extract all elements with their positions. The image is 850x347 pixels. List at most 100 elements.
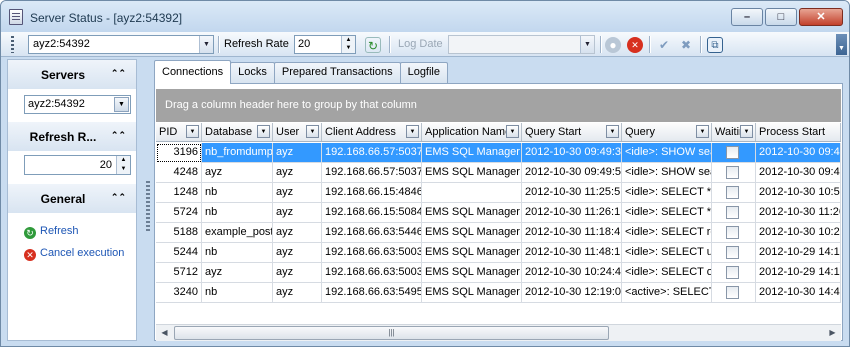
filter-dropdown-icon[interactable]: ▼ (606, 125, 619, 138)
query-header[interactable]: Query ▼ (622, 123, 712, 141)
waiting-header[interactable]: Waiting ▼ (712, 123, 756, 141)
qstart-cell[interactable]: 2012-10-30 09:49:5 (522, 163, 622, 183)
qstart-cell[interactable]: 2012-10-30 11:18:4 (522, 223, 622, 243)
refresh-icon[interactable]: ↻ (365, 37, 381, 53)
filter-dropdown-icon[interactable]: ▼ (306, 125, 319, 138)
filter-dropdown-icon[interactable]: ▼ (696, 125, 709, 138)
pstart-cell[interactable]: 2012-10-29 14:19 (756, 243, 841, 263)
waiting-checkbox[interactable] (726, 186, 739, 199)
user-cell[interactable]: ayz (273, 243, 322, 263)
pid-cell[interactable]: 5712 (156, 263, 202, 283)
addr-cell[interactable]: 192.168.66.57:5037 (322, 143, 422, 163)
filter-dropdown-icon[interactable]: ▼ (740, 125, 753, 138)
collapse-icon[interactable]: ⌃⌃ (111, 68, 126, 79)
pstart-cell[interactable]: 2012-10-30 10:25 (756, 223, 841, 243)
process-start-header[interactable]: Process Start (756, 123, 841, 141)
app-cell[interactable]: EMS SQL Manager (422, 163, 522, 183)
spin-down-icon[interactable]: ▼ (116, 165, 130, 174)
pid-cell[interactable]: 1248 (156, 183, 202, 203)
waiting-checkbox[interactable] (726, 286, 739, 299)
filter-dropdown-icon[interactable]: ▼ (257, 125, 270, 138)
user-cell[interactable]: ayz (273, 283, 322, 303)
maximize-button[interactable]: □ (765, 8, 797, 26)
filter-dropdown-icon[interactable]: ▼ (506, 125, 519, 138)
table-row[interactable]: 5188 example_post ayz 192.168.66.63:5446 EMS… (156, 223, 841, 243)
toolbar-grip[interactable] (11, 36, 14, 53)
cancel-execution-link[interactable]: ✕ Cancel execution (24, 247, 124, 261)
minimize-button[interactable]: – (731, 8, 763, 26)
db-cell[interactable]: example_post (202, 223, 273, 243)
qstart-cell[interactable]: 2012-10-30 11:25:5 (522, 183, 622, 203)
db-cell[interactable]: ayz (202, 263, 273, 283)
db-cell[interactable]: nb (202, 203, 273, 223)
addr-cell[interactable]: 192.168.66.63:5003 (322, 263, 422, 283)
addr-cell[interactable]: 192.168.66.15:4846 (322, 183, 422, 203)
pid-cell[interactable]: 5724 (156, 203, 202, 223)
commit-icon[interactable]: ✔ (656, 37, 672, 53)
spin-up-icon[interactable]: ▲ (116, 156, 130, 165)
scroll-left-icon[interactable]: ◀ (156, 325, 173, 341)
user-header[interactable]: User ▼ (273, 123, 322, 141)
chevron-down-icon[interactable]: ▼ (199, 36, 213, 53)
panel-splitter[interactable] (146, 181, 150, 231)
db-cell[interactable]: nb (202, 183, 273, 203)
qstart-cell[interactable]: 2012-10-30 09:49:3 (522, 143, 622, 163)
tab-connections[interactable]: Connections (154, 60, 232, 84)
pstart-cell[interactable]: 2012-10-30 14:48 (756, 283, 841, 303)
rollback-icon[interactable]: ✖ (678, 37, 694, 53)
user-cell[interactable]: ayz (273, 163, 322, 183)
client-address-header[interactable]: Client Address ▼ (322, 123, 422, 141)
qstart-cell[interactable]: 2012-10-30 11:48:1 (522, 243, 622, 263)
addr-cell[interactable]: 192.168.66.15:5084 (322, 203, 422, 223)
waiting-checkbox[interactable] (726, 206, 739, 219)
table-row[interactable]: 5244 nb ayz 192.168.66.63:5003 EMS SQL Manag… (156, 243, 841, 263)
table-row[interactable]: 5712 ayz ayz 192.168.66.63:5003 EMS SQL Mana… (156, 263, 841, 283)
app-cell[interactable] (422, 183, 522, 203)
scroll-thumb[interactable]: ||| (174, 326, 609, 340)
stop-icon[interactable]: ✕ (627, 37, 643, 53)
pid-cell[interactable]: 3196 (156, 143, 202, 163)
addr-cell[interactable]: 192.168.66.57:5037 (322, 163, 422, 183)
tab-logfile[interactable]: Logfile (399, 62, 448, 83)
pid-cell[interactable]: 3240 (156, 283, 202, 303)
filter-dropdown-icon[interactable]: ▼ (406, 125, 419, 138)
close-button[interactable]: ✕ (799, 8, 843, 26)
table-row[interactable]: 1248 nb ayz 192.168.66.15:4846 2012-10-30 11… (156, 183, 841, 203)
execute-icon[interactable]: ● (605, 37, 621, 53)
pid-cell[interactable]: 5188 (156, 223, 202, 243)
query-cell[interactable]: <idle>: SELECT o (622, 263, 712, 283)
app-cell[interactable]: EMS SQL Manager (422, 143, 522, 163)
application-name-header[interactable]: Application Name ▼ (422, 123, 522, 141)
group-by-area[interactable]: Drag a column header here to group by th… (156, 89, 841, 122)
qstart-cell[interactable]: 2012-10-30 11:26:1 (522, 203, 622, 223)
table-row[interactable]: 5724 nb ayz 192.168.66.15:5084 EMS SQL Manag… (156, 203, 841, 223)
qstart-cell[interactable]: 2012-10-30 12:19:0 (522, 283, 622, 303)
app-cell[interactable]: EMS SQL Manager (422, 263, 522, 283)
db-cell[interactable]: ayz (202, 163, 273, 183)
waiting-checkbox[interactable] (726, 226, 739, 239)
restore-window-icon[interactable]: ⧉ (707, 37, 723, 53)
db-cell[interactable]: nb (202, 283, 273, 303)
refresh-section-header[interactable]: Refresh R... ⌃⌃ (8, 122, 136, 151)
app-cell[interactable]: EMS SQL Manager (422, 283, 522, 303)
user-cell[interactable]: ayz (273, 183, 322, 203)
query-cell[interactable]: <idle>: SELECT u (622, 243, 712, 263)
filter-dropdown-icon[interactable]: ▼ (186, 125, 199, 138)
user-cell[interactable]: ayz (273, 263, 322, 283)
chevron-down-icon[interactable]: ▼ (580, 36, 594, 53)
collapse-icon[interactable]: ⌃⌃ (111, 130, 126, 141)
general-section-header[interactable]: General ⌃⌃ (8, 184, 136, 213)
left-server-select[interactable]: ayz2:54392 ▼ (24, 95, 131, 114)
app-cell[interactable]: EMS SQL Manager (422, 203, 522, 223)
user-cell[interactable]: ayz (273, 223, 322, 243)
addr-cell[interactable]: 192.168.66.63:5495 (322, 283, 422, 303)
scroll-right-icon[interactable]: ▶ (824, 325, 841, 341)
pid-cell[interactable]: 4248 (156, 163, 202, 183)
table-row[interactable]: 4248 ayz ayz 192.168.66.57:5037 EMS SQL Mana… (156, 163, 841, 183)
pid-cell[interactable]: 5244 (156, 243, 202, 263)
query-cell[interactable]: <idle>: SHOW search_path (622, 143, 712, 163)
query-cell[interactable]: <idle>: SELECT relname (622, 223, 712, 243)
log-date-select[interactable]: ▼ (448, 35, 595, 54)
waiting-checkbox[interactable] (726, 246, 739, 259)
pstart-cell[interactable]: 2012-10-30 10:53 (756, 183, 841, 203)
